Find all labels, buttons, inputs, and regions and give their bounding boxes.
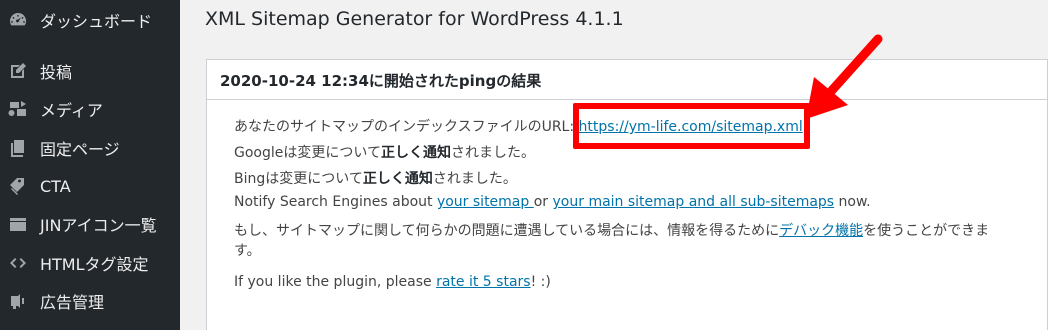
- sidebar-item-dashboard[interactable]: ダッシュボード: [0, 2, 180, 38]
- pages-icon: [8, 138, 28, 158]
- notify-suffix: now.: [834, 194, 871, 210]
- sidebar-item-label: 広告管理: [40, 293, 105, 312]
- sidebar-item-ads[interactable]: 広告管理: [0, 283, 180, 319]
- google-result-line: Googleは変更について正しく通知されました。: [234, 142, 535, 162]
- megaphone-icon: [8, 291, 28, 311]
- sidebar-item-label: HTMLタグ設定: [40, 255, 149, 274]
- bing-result-line: Bingは変更について正しく通知されました。: [234, 168, 517, 188]
- panel-title: 2020-10-24 12:34に開始されたpingの結果: [220, 72, 542, 90]
- debug-line: もし、サイトマップに関して何らかの問題に遭遇している場合には、情報を得るためにデ…: [234, 220, 989, 240]
- rate-link[interactable]: rate it 5 stars: [436, 274, 531, 290]
- google-result-status: 正しく通知: [380, 145, 451, 161]
- bing-result-suffix: されました。: [432, 171, 517, 187]
- media-icon: [8, 99, 28, 119]
- sidebar-item-label: 固定ページ: [40, 140, 120, 159]
- sidebar-item-cta[interactable]: CTA: [0, 168, 180, 204]
- rate-suffix: ! :): [530, 274, 551, 290]
- debug-suffix: を使うことができま: [863, 223, 990, 239]
- arrow-icon: [806, 34, 883, 119]
- sidebar-item-label: ダッシュボード: [40, 12, 153, 31]
- debug-prefix: もし、サイトマップに関して何らかの問題に遭遇している場合には、情報を得るために: [234, 223, 780, 239]
- bing-result-prefix: Bingは変更について: [234, 171, 363, 187]
- list-icon: [8, 214, 28, 234]
- sidebar-item-label: JINアイコン一覧: [40, 216, 157, 235]
- google-result-prefix: Googleは変更について: [234, 145, 381, 161]
- sidebar-item-html-tags[interactable]: HTMLタグ設定: [0, 245, 180, 281]
- pushpin-icon: [8, 61, 28, 81]
- debug-line-continuation: す。: [234, 243, 261, 259]
- notify-line: Notify Search Engines about your sitemap…: [234, 194, 871, 210]
- bing-result-status: 正しく通知: [362, 171, 433, 187]
- panel-header: 2020-10-24 12:34に開始されたpingの結果: [207, 60, 1047, 100]
- sidebar-item-jin-icons[interactable]: JINアイコン一覧: [0, 206, 180, 242]
- sidebar-item-label: 投稿: [40, 63, 73, 82]
- page-title: XML Sitemap Generator for WordPress 4.1.…: [205, 8, 624, 30]
- sidebar-item-label: メディア: [40, 101, 103, 120]
- tag-icon: [8, 176, 28, 196]
- dashboard-icon: [8, 10, 28, 30]
- ping-result-panel: 2020-10-24 12:34に開始されたpingの結果 あなたのサイトマップ…: [206, 59, 1048, 330]
- sidebar-item-media[interactable]: メディア: [0, 91, 180, 127]
- rate-line: If you like the plugin, please rate it 5…: [234, 274, 551, 290]
- rate-prefix: If you like the plugin, please: [234, 274, 437, 290]
- admin-sidebar: ダッシュボード 投稿 メディア 固定ページ CTA JINアイコン一覧 HTML…: [0, 0, 180, 330]
- main-sitemap-link[interactable]: your main sitemap and all sub-sitemaps: [553, 194, 835, 210]
- sidebar-item-pages[interactable]: 固定ページ: [0, 130, 180, 166]
- main-content: XML Sitemap Generator for WordPress 4.1.…: [180, 0, 1048, 330]
- google-result-suffix: されました。: [450, 145, 535, 161]
- highlight-box: [573, 103, 810, 149]
- sidebar-item-label: CTA: [40, 176, 71, 196]
- debug-link[interactable]: デバック機能: [779, 223, 863, 239]
- sidebar-item-posts[interactable]: 投稿: [0, 53, 180, 89]
- code-icon: [8, 253, 28, 273]
- notify-prefix: Notify Search Engines about: [234, 194, 437, 210]
- notify-middle: or: [533, 194, 553, 210]
- sitemap-index-text: あなたのサイトマップのインデックスファイルのURL:: [234, 119, 579, 135]
- your-sitemap-link[interactable]: your sitemap: [437, 194, 534, 210]
